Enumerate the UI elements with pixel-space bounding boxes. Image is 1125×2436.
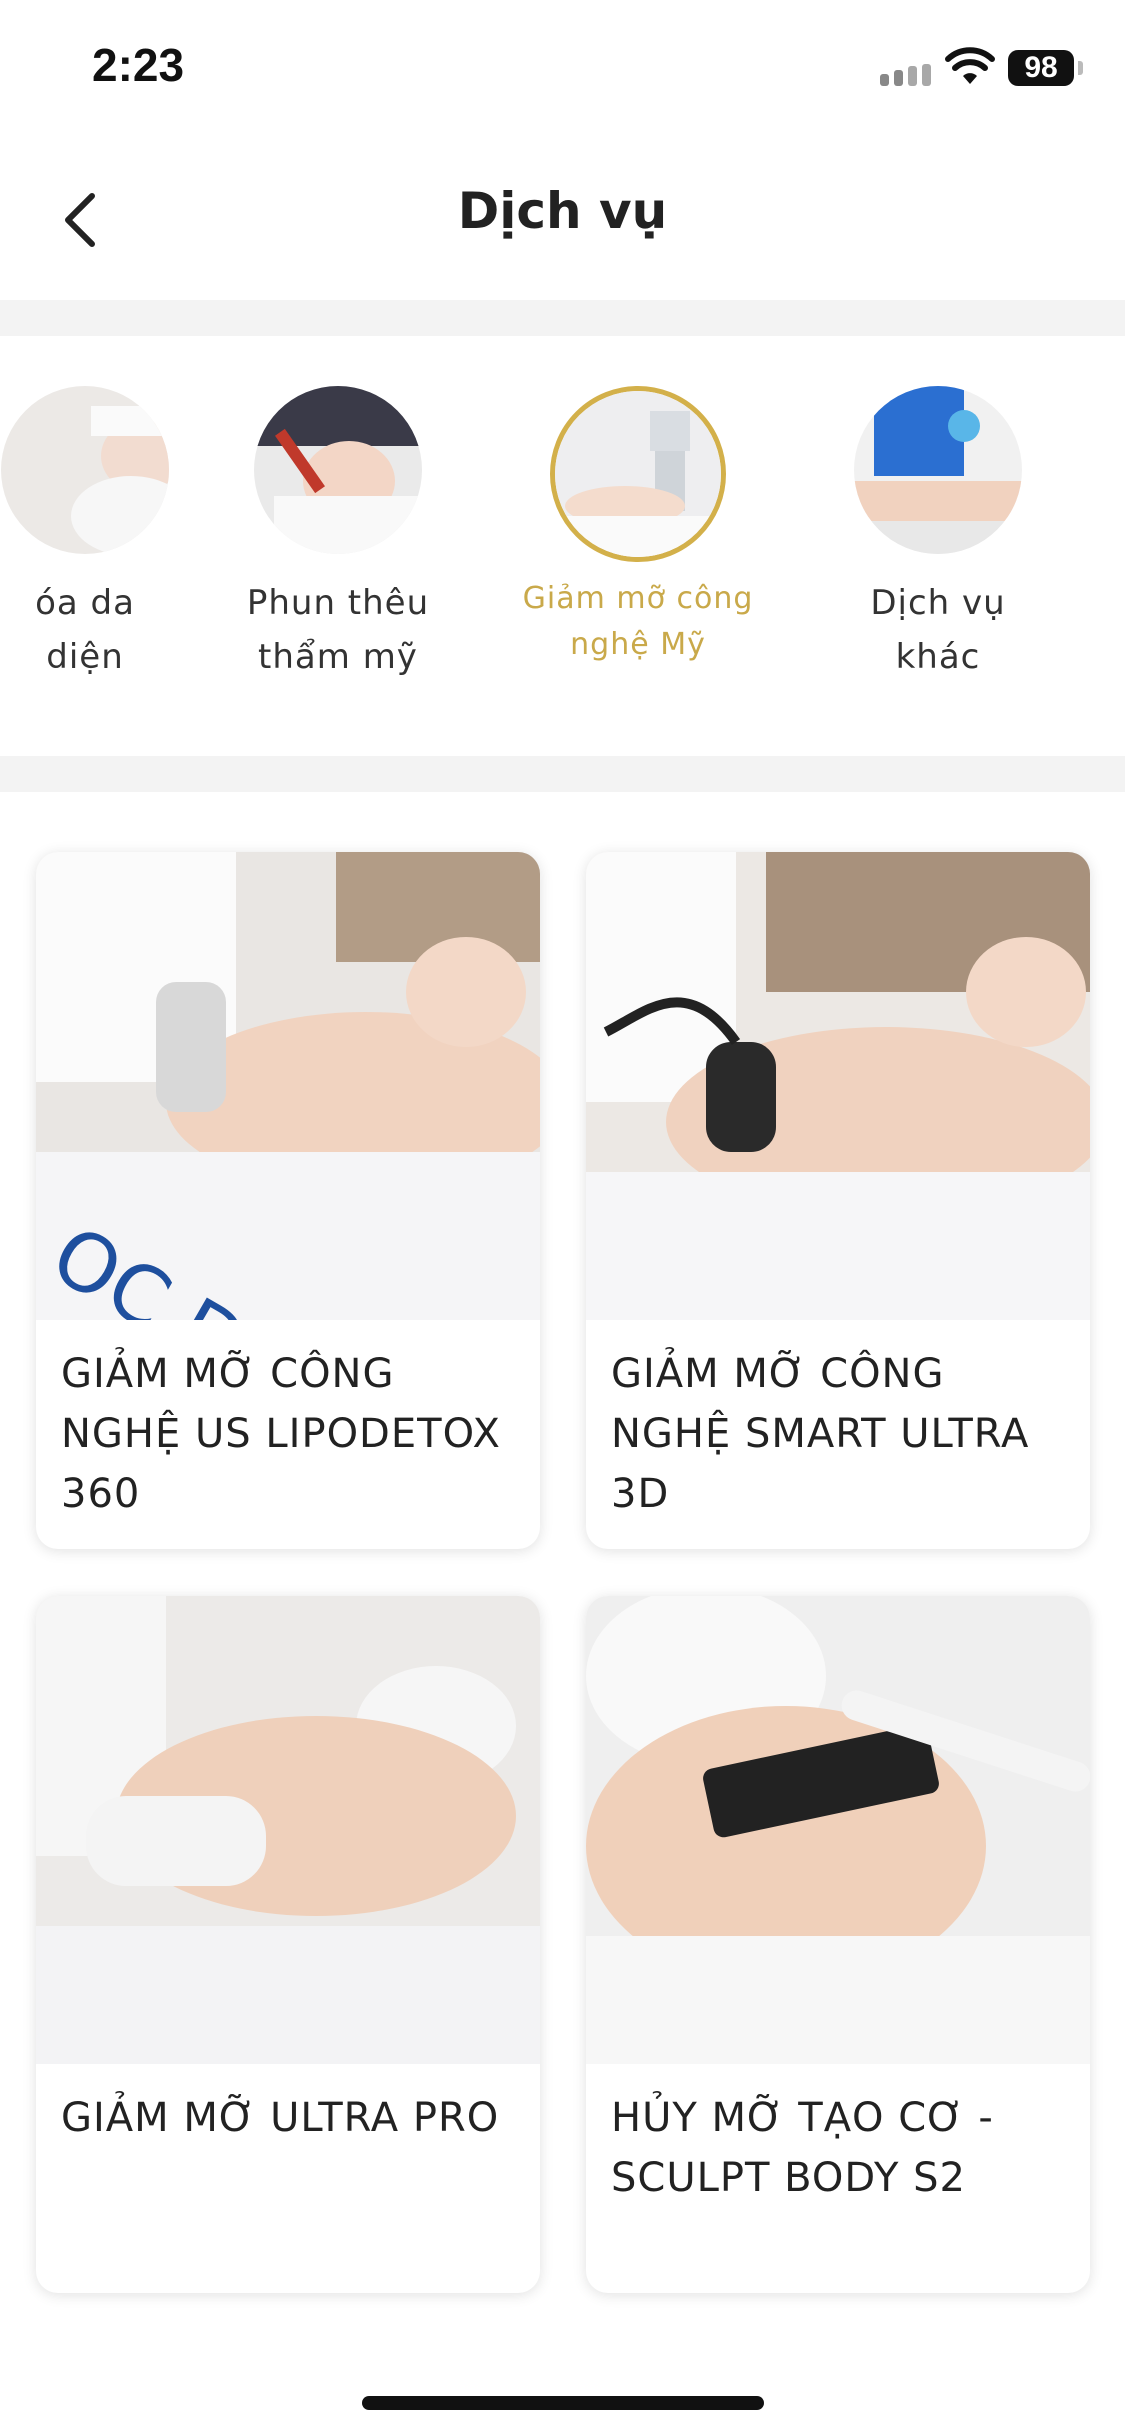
category-carousel[interactable]: óa da diện Phun thêu thẩm mỹ Giảm mỡ côn… bbox=[0, 336, 1125, 756]
service-photo bbox=[586, 852, 1090, 1320]
service-card[interactable]: GIẢM MỠ CÔNG NGHỆ SMART ULTRA 3D bbox=[586, 852, 1090, 1549]
facial-care-photo bbox=[1, 386, 169, 554]
battery-tip bbox=[1078, 61, 1083, 75]
fat-reduction-photo bbox=[550, 386, 726, 562]
service-title: HỦY MỠ TẠO CƠ - SCULPT BODY S2 bbox=[611, 2095, 994, 2201]
category-label: Dịch vụ bbox=[870, 583, 1006, 623]
section-divider bbox=[0, 756, 1125, 792]
status-time: 2:23 bbox=[92, 39, 185, 91]
category-label: khác bbox=[895, 637, 981, 677]
category-label: Giảm mỡ công bbox=[522, 581, 754, 616]
category-item-fat-reduction[interactable]: Giảm mỡ công nghệ Mỹ bbox=[518, 386, 758, 668]
other-services-photo bbox=[854, 386, 1022, 554]
cosmetic-tattoo-photo bbox=[254, 386, 422, 554]
category-label: thẩm mỹ bbox=[258, 637, 418, 677]
home-indicator[interactable] bbox=[362, 2396, 764, 2410]
navigation-bar: Dịch vụ bbox=[0, 130, 1125, 300]
category-item-tattoo[interactable]: Phun thêu thẩm mỹ bbox=[218, 386, 458, 684]
service-photo bbox=[586, 1596, 1090, 2064]
service-title: GIẢM MỠ CÔNG NGHỆ US LIPODETOX 360 bbox=[61, 1351, 501, 1517]
page-title: Dịch vụ bbox=[457, 182, 668, 240]
category-label: nghệ Mỹ bbox=[570, 627, 706, 662]
service-card[interactable]: HỦY MỠ TẠO CƠ - SCULPT BODY S2 bbox=[586, 1596, 1090, 2293]
category-label: diện bbox=[46, 637, 124, 677]
cellular-signal-icon bbox=[880, 64, 932, 86]
service-title: GIẢM MỠ ULTRA PRO bbox=[61, 2095, 500, 2141]
status-bar: 2:23 98 bbox=[0, 0, 1125, 130]
service-title: GIẢM MỠ CÔNG NGHỆ SMART ULTRA 3D bbox=[611, 1351, 1030, 1517]
service-photo: OC DUNG bbox=[36, 852, 540, 1320]
category-item-facial[interactable]: óa da diện bbox=[0, 386, 205, 684]
service-card[interactable]: OC DUNG GIẢM MỠ CÔNG NGHỆ US LIPODETOX 3… bbox=[36, 852, 540, 1549]
section-divider bbox=[0, 300, 1125, 336]
category-label: óa da bbox=[35, 583, 135, 623]
battery-icon: 98 bbox=[1008, 50, 1074, 86]
wifi-icon bbox=[945, 47, 995, 84]
category-label: Phun thêu bbox=[246, 583, 430, 623]
service-photo bbox=[36, 1596, 540, 2064]
service-card[interactable]: GIẢM MỠ ULTRA PRO bbox=[36, 1596, 540, 2293]
category-item-other[interactable]: Dịch vụ khác bbox=[818, 386, 1058, 684]
